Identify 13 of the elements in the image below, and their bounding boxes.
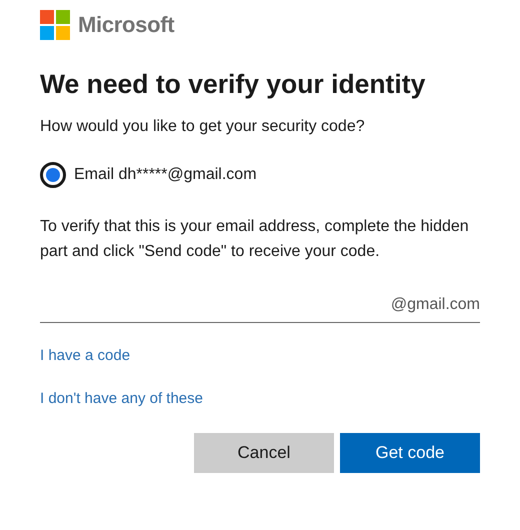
instructions-text: To verify that this is your email address, complete the hidden part and click "Send code" to receive your code. [40,217,470,262]
radio-option[interactable]: Email dh*****@gmail.com [40,162,480,188]
cancel-button[interactable]: Cancel [194,433,334,473]
microsoft-logo-icon [40,10,70,40]
text-link[interactable]: I have a code [40,347,130,364]
question-text: How would you like to get your security code? [40,117,366,137]
email-domain-suffix: @gmail.com [390,296,480,314]
page-title: We need to verify your identity [40,68,426,101]
radio-button[interactable] [40,162,66,188]
email-input-field[interactable]: @gmail.com [40,288,480,323]
text-link[interactable]: I don't have any of these [40,390,203,407]
brand-name: Microsoft [78,12,174,38]
submit-button[interactable]: Get code [340,433,480,473]
